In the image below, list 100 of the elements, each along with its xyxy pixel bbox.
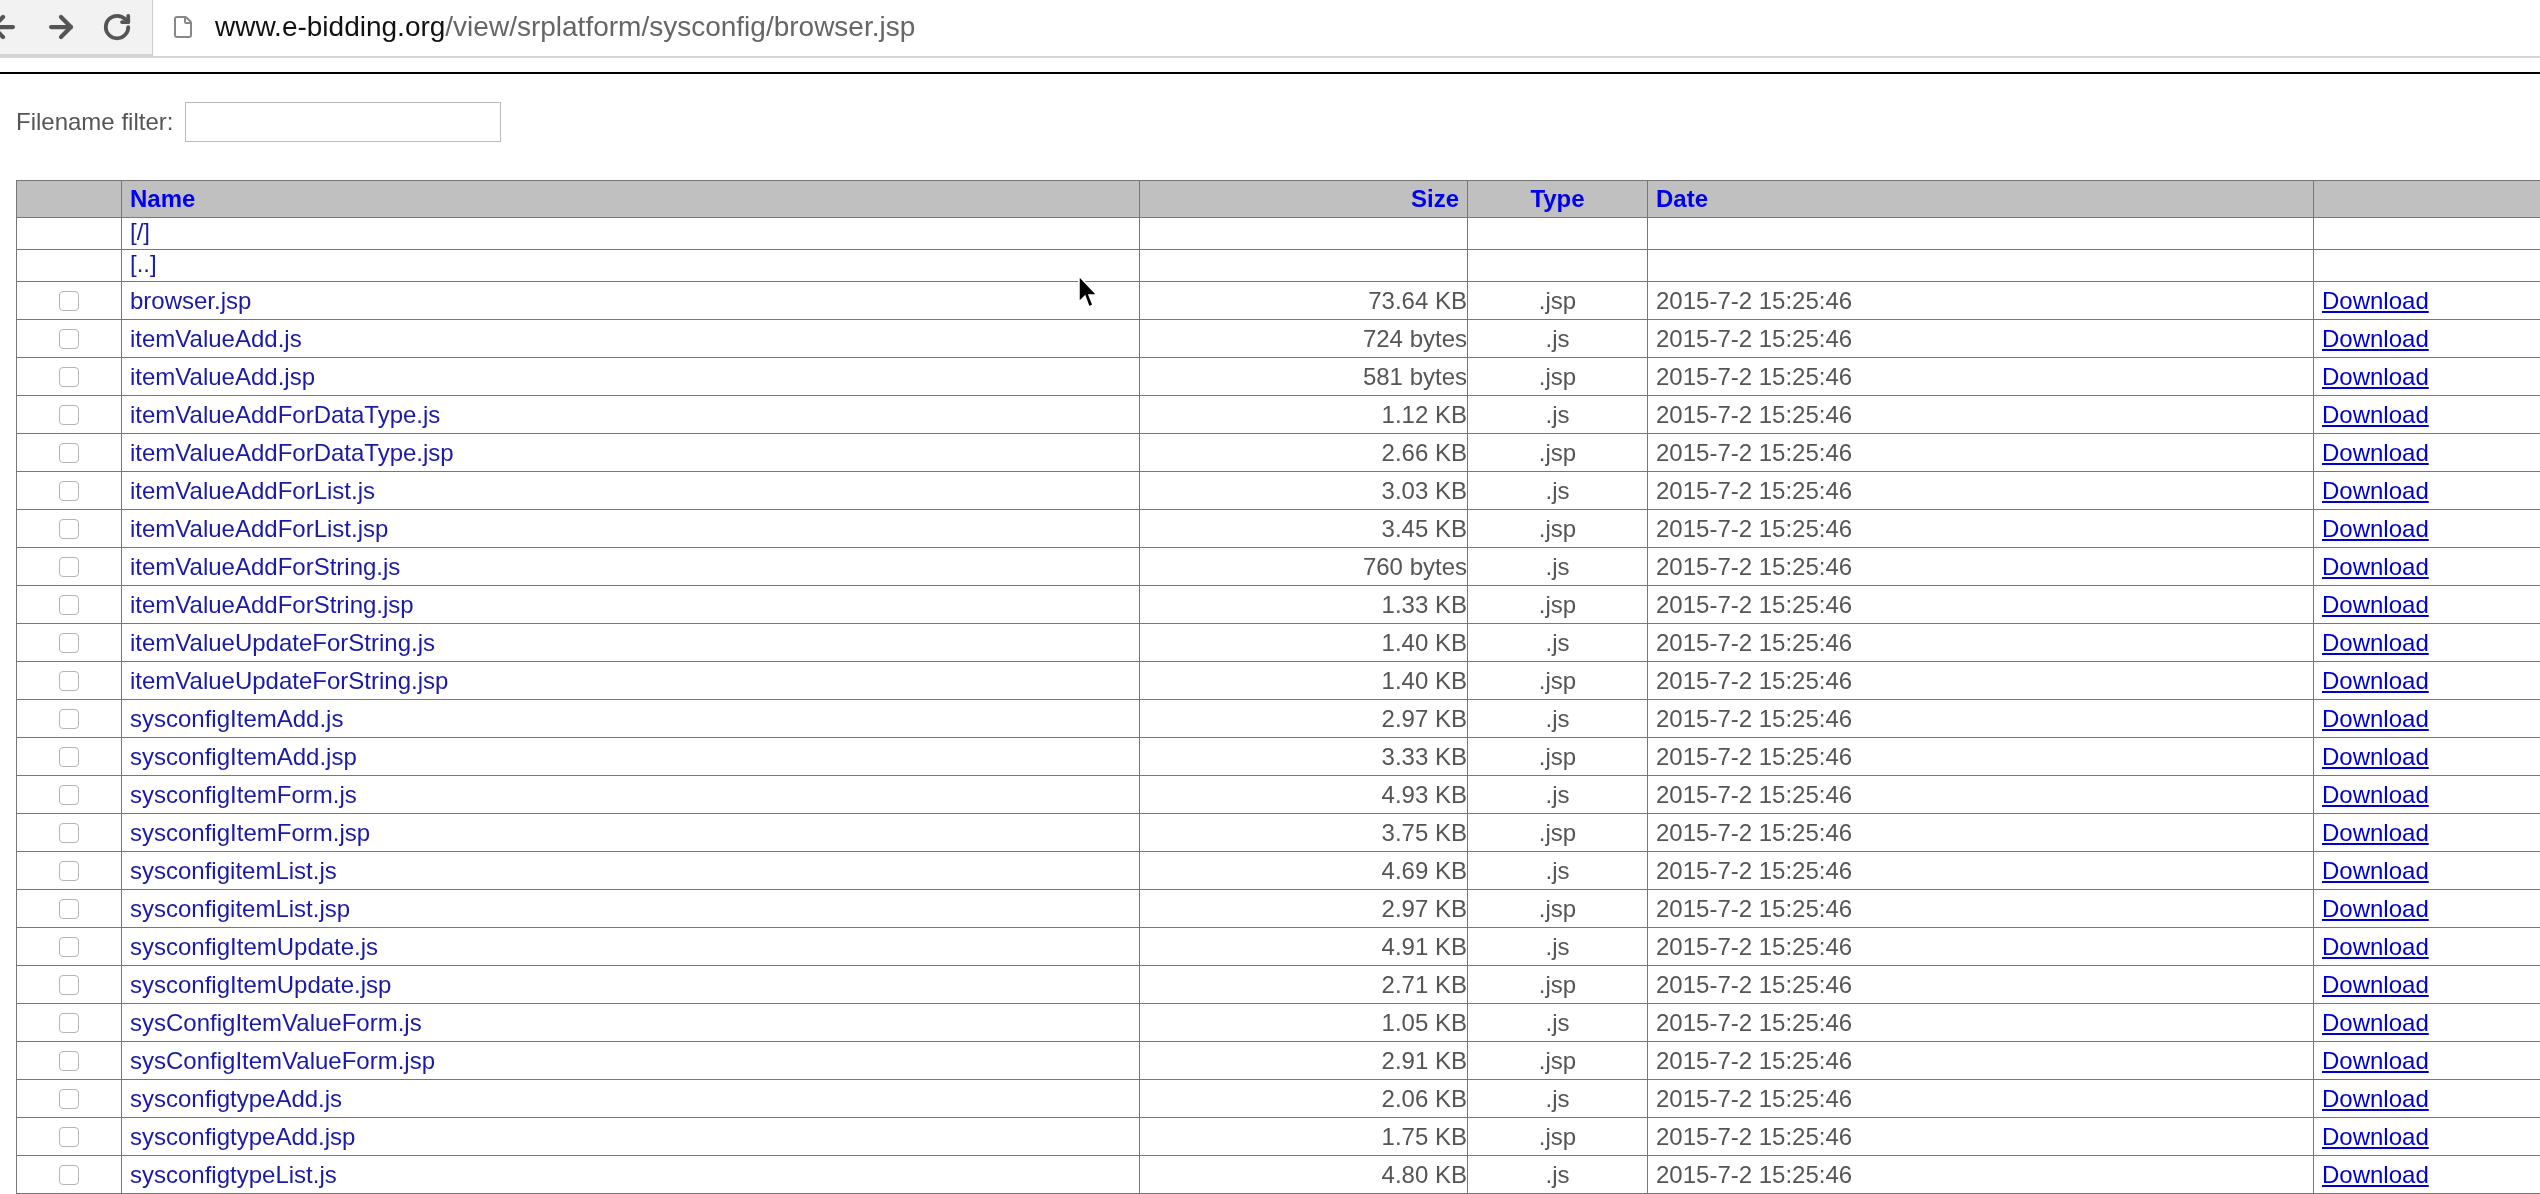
file-type: .js: [1545, 780, 1570, 808]
file-type: .js: [1545, 932, 1570, 960]
row-checkbox[interactable]: [59, 747, 79, 768]
file-date: 2015-7-2 15:25:46: [1656, 552, 1853, 580]
folder-link[interactable]: [/]: [130, 218, 150, 245]
file-type: .jsp: [1538, 286, 1577, 314]
row-checkbox[interactable]: [59, 405, 79, 426]
row-checkbox[interactable]: [59, 1089, 79, 1110]
filter-input[interactable]: [185, 102, 502, 142]
page-icon: [171, 13, 195, 41]
reload-icon[interactable]: [102, 12, 132, 42]
row-checkbox[interactable]: [59, 823, 79, 844]
row-checkbox[interactable]: [59, 329, 79, 350]
file-date: 2015-7-2 15:25:46: [1656, 590, 1853, 618]
file-size: 73.64 KB: [1368, 286, 1467, 314]
file-type: .js: [1545, 324, 1570, 352]
file-size: 4.69 KB: [1381, 856, 1467, 884]
file-date: 2015-7-2 15:25:46: [1656, 438, 1853, 466]
file-link[interactable]: sysconfigItemAdd.js: [130, 704, 344, 732]
file-size: 724 bytes: [1362, 324, 1467, 352]
file-date: 2015-7-2 15:25:46: [1656, 780, 1853, 808]
file-link[interactable]: itemValueAdd.js: [130, 324, 302, 352]
file-type: .js: [1545, 856, 1570, 884]
file-type: .jsp: [1538, 514, 1577, 542]
row-checkbox[interactable]: [59, 975, 79, 996]
file-size: 2.97 KB: [1381, 894, 1467, 922]
url-host: www.e-bidding.org: [215, 10, 446, 44]
row-checkbox[interactable]: [59, 937, 79, 958]
file-link[interactable]: sysconfigItemForm.js: [130, 780, 357, 808]
file-date: 2015-7-2 15:25:46: [1656, 1008, 1853, 1036]
file-type: .jsp: [1538, 1122, 1577, 1150]
file-link[interactable]: itemValueAddForList.js: [130, 476, 375, 504]
address-bar[interactable]: www.e-bidding.org/view/srplatform/sysconfig/browser.jsp: [152, 0, 2540, 56]
file-type: .jsp: [1538, 590, 1577, 618]
file-type: .jsp: [1538, 362, 1577, 390]
file-link[interactable]: sysconfigItemAdd.jsp: [130, 742, 357, 770]
row-checkbox[interactable]: [59, 291, 79, 312]
file-date: 2015-7-2 15:25:46: [1656, 704, 1853, 732]
file-size: 3.75 KB: [1381, 818, 1467, 846]
row-checkbox[interactable]: [59, 443, 79, 464]
file-size: 2.06 KB: [1381, 1084, 1467, 1112]
file-type: .js: [1545, 476, 1570, 504]
row-checkbox[interactable]: [59, 709, 79, 730]
row-checkbox[interactable]: [59, 785, 79, 806]
file-date: 2015-7-2 15:25:46: [1656, 818, 1853, 846]
row-checkbox[interactable]: [59, 899, 79, 920]
file-link[interactable]: sysconfigItemForm.jsp: [130, 818, 371, 846]
file-date: 2015-7-2 15:25:46: [1656, 1160, 1853, 1188]
file-type: .js: [1545, 704, 1570, 732]
file-date: 2015-7-2 15:25:46: [1656, 324, 1853, 352]
file-link[interactable]: sysconfigtypeAdd.js: [130, 1084, 343, 1112]
file-size: 1.12 KB: [1381, 400, 1467, 428]
file-size: 1.40 KB: [1381, 628, 1467, 656]
file-date: 2015-7-2 15:25:46: [1656, 1046, 1853, 1074]
file-size: 2.71 KB: [1381, 970, 1467, 998]
file-size: 2.66 KB: [1381, 438, 1467, 466]
file-link[interactable]: sysconfigItemUpdate.jsp: [130, 970, 392, 998]
file-type: .jsp: [1538, 1046, 1577, 1074]
file-link[interactable]: sysconfigitemList.jsp: [130, 894, 351, 922]
row-checkbox[interactable]: [59, 1165, 79, 1186]
column-header[interactable]: Name: [130, 185, 196, 212]
file-size: 3.33 KB: [1381, 742, 1467, 770]
file-link[interactable]: itemValueAdd.jsp: [130, 362, 315, 390]
file-date: 2015-7-2 15:25:46: [1656, 666, 1853, 694]
file-link[interactable]: browser.jsp: [130, 286, 252, 314]
column-header[interactable]: Date: [1656, 185, 1709, 212]
file-size: 1.75 KB: [1381, 1122, 1467, 1150]
row-checkbox[interactable]: [59, 1013, 79, 1034]
file-link[interactable]: sysconfigItemUpdate.js: [130, 932, 379, 960]
row-checkbox[interactable]: [59, 1127, 79, 1148]
file-date: 2015-7-2 15:25:46: [1656, 932, 1853, 960]
row-checkbox[interactable]: [59, 633, 79, 654]
file-size: 1.05 KB: [1381, 1008, 1467, 1036]
file-size: 4.91 KB: [1381, 932, 1467, 960]
file-type: .jsp: [1538, 894, 1577, 922]
file-type: .js: [1545, 552, 1570, 580]
file-link[interactable]: itemValueAddForList.jsp: [130, 514, 389, 542]
file-type: .js: [1545, 400, 1570, 428]
file-size: 760 bytes: [1362, 552, 1467, 580]
column-header[interactable]: Size: [1410, 185, 1459, 212]
row-checkbox[interactable]: [59, 481, 79, 502]
url-path: /view/srplatform/sysconfig/browser.jsp: [445, 10, 916, 44]
row-checkbox[interactable]: [59, 519, 79, 540]
row-checkbox[interactable]: [59, 595, 79, 616]
row-checkbox[interactable]: [59, 367, 79, 388]
file-link[interactable]: sysconfigtypeAdd.jsp: [130, 1122, 356, 1150]
folder-link[interactable]: [..]: [130, 250, 157, 277]
row-checkbox[interactable]: [59, 557, 79, 578]
file-size: 1.40 KB: [1381, 666, 1467, 694]
row-checkbox[interactable]: [59, 671, 79, 692]
file-date: 2015-7-2 15:25:46: [1656, 1122, 1853, 1150]
file-link[interactable]: itemValueAddForString.js: [130, 552, 401, 580]
row-checkbox[interactable]: [59, 861, 79, 882]
file-type: .jsp: [1538, 742, 1577, 770]
file-size: 4.80 KB: [1381, 1160, 1467, 1188]
file-date: 2015-7-2 15:25:46: [1656, 1084, 1853, 1112]
file-link[interactable]: sysconfigtypeList.js: [130, 1160, 337, 1188]
file-date: 2015-7-2 15:25:46: [1656, 400, 1853, 428]
file-link[interactable]: sysconfigitemList.js: [130, 856, 337, 884]
row-checkbox[interactable]: [59, 1051, 79, 1072]
